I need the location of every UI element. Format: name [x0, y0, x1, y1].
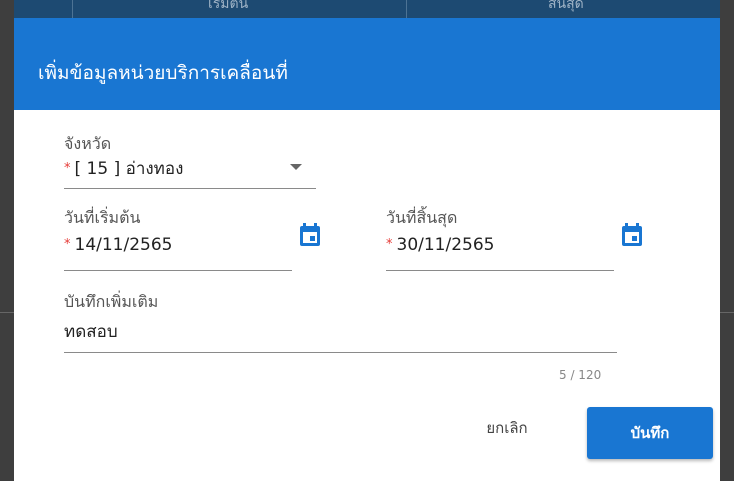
note-underline — [64, 352, 617, 353]
column-separator — [406, 0, 407, 18]
required-marker: * — [386, 237, 393, 252]
calendar-icon[interactable] — [621, 223, 643, 247]
start-date-value: * 14/11/2565 — [64, 235, 172, 255]
province-label: จังหวัด — [64, 134, 112, 153]
column-separator — [72, 0, 73, 18]
province-value: *[ 15 ] อ่างทอง — [64, 155, 183, 182]
end-date-field[interactable]: วันที่สิ้นสุด * 30/11/2565 — [386, 206, 614, 276]
column-header-start: เริ่มต้น — [208, 0, 249, 12]
background-table-header: เริ่มต้น สิ้นสุด — [0, 0, 734, 18]
start-date-label: วันที่เริ่มต้น — [64, 208, 141, 227]
start-date-field[interactable]: วันที่เริ่มต้น * 14/11/2565 — [64, 206, 292, 276]
start-date-text: 14/11/2565 — [74, 235, 173, 255]
required-marker: * — [64, 237, 71, 252]
backdrop-right — [720, 0, 734, 481]
chevron-down-icon[interactable] — [290, 164, 302, 170]
dialog-titlebar: เพิ่มข้อมูลหน่วยบริการเคลื่อนที่ — [14, 18, 720, 110]
calendar-icon[interactable] — [299, 223, 321, 247]
end-date-label: วันที่สิ้นสุด — [386, 208, 458, 227]
note-value: ทดสอบ — [64, 322, 118, 342]
dialog-title: เพิ่มข้อมูลหน่วยบริการเคลื่อนที่ — [38, 62, 288, 84]
province-selected-value: [ 15 ] อ่างทอง — [74, 159, 184, 179]
end-date-text: 30/11/2565 — [396, 235, 495, 255]
cancel-button[interactable]: ยกเลิก — [474, 410, 540, 446]
column-header-end: สิ้นสุด — [548, 0, 584, 12]
end-date-value: * 30/11/2565 — [386, 235, 494, 255]
end-date-underline — [386, 270, 614, 271]
save-button[interactable]: บันทึก — [587, 407, 713, 459]
character-counter: 5 / 120 — [559, 368, 602, 382]
note-textarea[interactable]: บันทึกเพิ่มเติม ทดสอบ — [64, 290, 617, 356]
start-date-underline — [64, 270, 292, 271]
required-marker: * — [64, 161, 71, 176]
province-select[interactable]: จังหวัด *[ 15 ] อ่างทอง — [64, 132, 316, 192]
province-underline — [64, 188, 316, 189]
add-mobile-service-dialog: เพิ่มข้อมูลหน่วยบริการเคลื่อนที่ จังหวัด… — [14, 18, 720, 481]
note-label: บันทึกเพิ่มเติม — [64, 292, 159, 311]
backdrop-left — [0, 0, 14, 481]
